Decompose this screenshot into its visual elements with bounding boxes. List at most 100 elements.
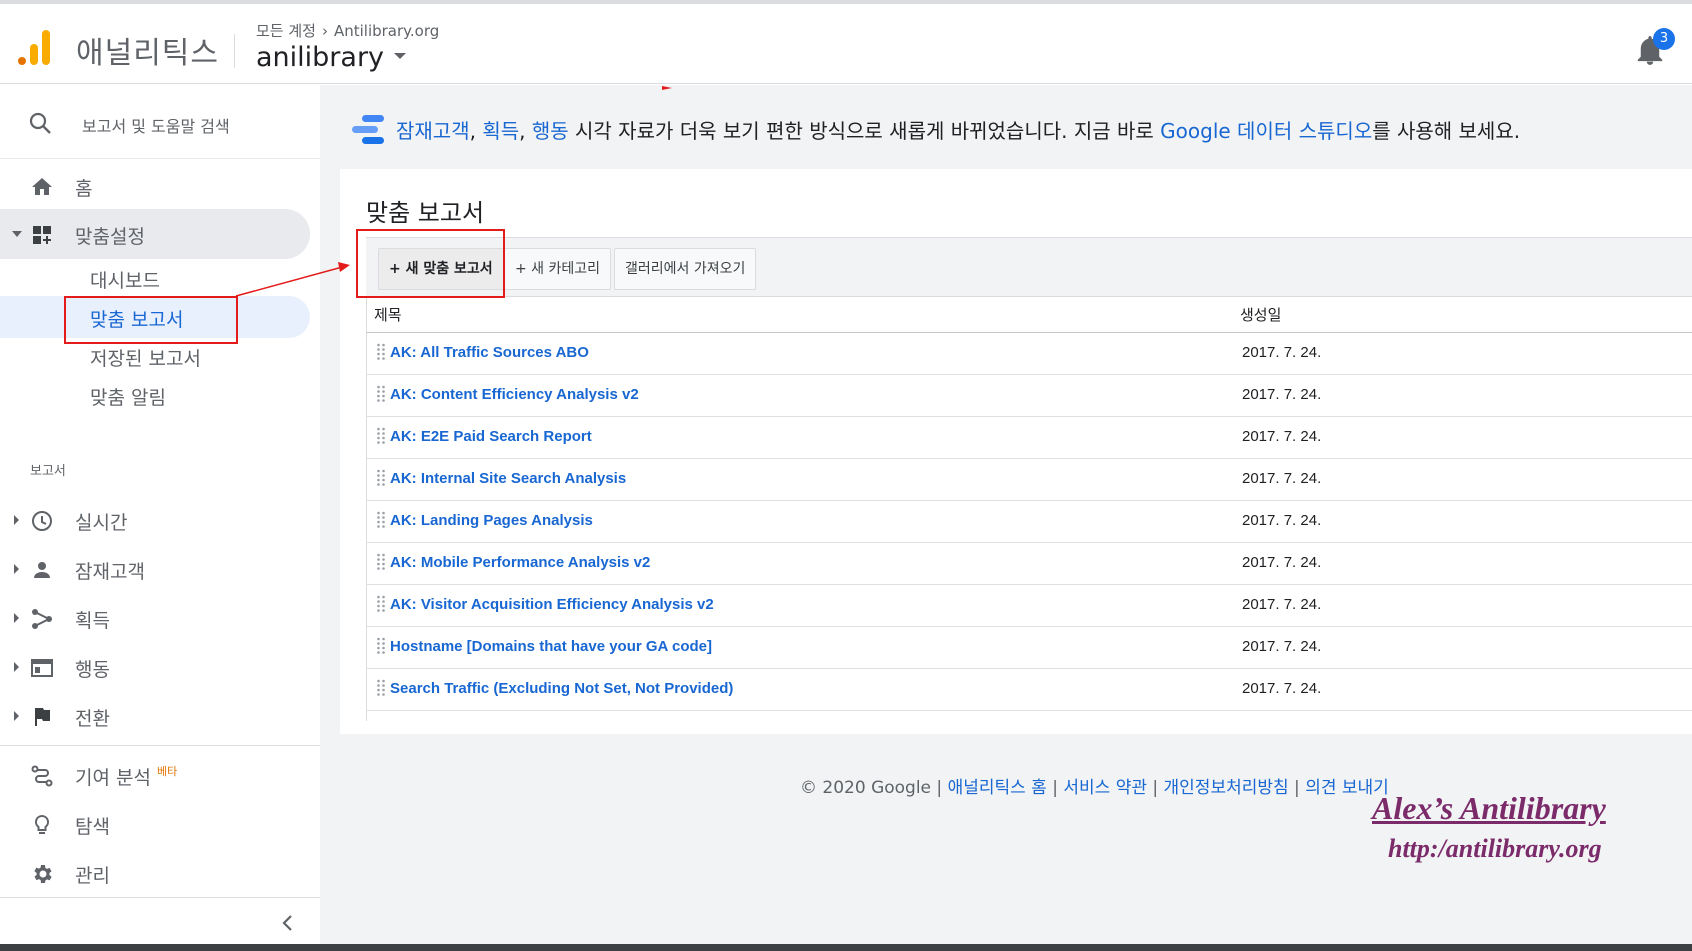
report-created-date: 2017. 7. 24. [1242, 344, 1322, 361]
home-icon [32, 178, 52, 195]
sidebar-item-customization[interactable]: 맞춤설정 [0, 209, 310, 259]
beta-badge: 베타 [156, 765, 178, 778]
annotation-highlight-new-report [356, 229, 505, 298]
sidebar-item-attribution[interactable]: 기여 분석 베타 [0, 750, 310, 800]
sidebar-item-home[interactable]: 홈 [0, 161, 310, 211]
sidebar-item-label: 획득 [75, 610, 110, 632]
table-row: AK: Landing Pages Analysis 2017. 7. 24. [366, 501, 1692, 543]
report-link[interactable]: AK: Visitor Acquisition Efficiency Analy… [390, 596, 714, 613]
sidebar-item-acquisition[interactable]: 획득 [0, 593, 310, 643]
sidebar-item-realtime[interactable]: 실시간 [0, 495, 310, 545]
report-created-date: 2017. 7. 24. [1242, 386, 1322, 403]
report-link[interactable]: AK: Content Efficiency Analysis v2 [390, 386, 639, 403]
report-link[interactable]: AK: Landing Pages Analysis [390, 512, 593, 529]
new-category-button[interactable]: + 새 카테고리 [504, 248, 612, 290]
banner-sep: , [469, 119, 483, 143]
collapse-sidebar-chevron-icon[interactable] [276, 911, 300, 935]
banner-link-behavior[interactable]: 행동 [532, 119, 569, 143]
column-header-created[interactable]: 생성일 [1240, 304, 1281, 325]
attribution-path-icon [31, 765, 53, 787]
sidebar-subitem-label: 맞춤 알림 [90, 387, 166, 409]
footer-link-terms[interactable]: 서비스 약관 [1063, 778, 1147, 798]
product-name[interactable]: 애널리틱스 [76, 28, 219, 72]
drag-handle-icon[interactable] [376, 469, 386, 487]
sidebar-item-label: 전환 [75, 708, 110, 730]
banner-link-acquisition[interactable]: 획득 [482, 119, 519, 143]
banner-text-mid: 시각 자료가 더욱 보기 편한 방식으로 새롭게 바뀌었습니다. 지금 바로 [568, 119, 1161, 143]
breadcrumb[interactable]: 모든 계정 › Antilibrary.org [256, 20, 439, 41]
breadcrumb-account[interactable]: Antilibrary.org [334, 22, 439, 40]
sidebar-item-conversions[interactable]: 전환 [0, 691, 310, 741]
drag-handle-icon[interactable] [376, 637, 386, 655]
table-row: Search Traffic (Excluding Not Set, Not P… [366, 669, 1692, 711]
drag-handle-icon[interactable] [376, 553, 386, 571]
report-link[interactable]: Hostname [Domains that have your GA code… [390, 638, 712, 655]
banner-text-end: 를 사용해 보세요. [1372, 119, 1521, 143]
lightbulb-icon [34, 814, 50, 834]
banner-link-data-studio[interactable]: Google 데이터 스튜디오 [1160, 119, 1372, 143]
report-created-date: 2017. 7. 24. [1242, 512, 1322, 529]
table-row: AK: All Traffic Sources ABO 2017. 7. 24. [366, 333, 1692, 375]
drag-handle-icon[interactable] [376, 343, 386, 361]
sidebar-item-discover[interactable]: 탐색 [0, 799, 310, 849]
report-created-date: 2017. 7. 24. [1242, 596, 1322, 613]
analytics-logo-icon[interactable] [18, 28, 52, 66]
table-row: AK: Internal Site Search Analysis 2017. 7… [366, 459, 1692, 501]
column-header-title[interactable]: 제목 [374, 304, 402, 325]
acquisition-branch-icon [32, 609, 52, 629]
footer-sep: | [931, 778, 948, 798]
drag-handle-icon[interactable] [376, 427, 386, 445]
expand-arrow-icon [14, 711, 19, 721]
sidebar-item-label: 홈 [75, 178, 93, 200]
caret-down-icon [394, 52, 407, 59]
banner-link-audience[interactable]: 잠재고객 [396, 119, 470, 143]
behavior-window-icon [31, 659, 53, 677]
drag-handle-icon[interactable] [376, 679, 386, 697]
reports-toolbar: + 새 맞춤 보고서 + 새 카테고리 갤러리에서 가져오기 [366, 237, 1692, 297]
sidebar-subitem-custom-alerts[interactable]: 맞춤 알림 [0, 374, 310, 416]
import-from-gallery-button[interactable]: 갤러리에서 가져오기 [614, 248, 757, 290]
property-selector[interactable]: anilibrary [256, 42, 407, 73]
breadcrumb-root[interactable]: 모든 계정 [256, 22, 316, 40]
attribution-label: 기여 분석 [75, 767, 151, 789]
sidebar: 보고서 및 도움말 검색 홈 맞춤설정 대시보드 맞춤 보고서 저장된 보고서 … [0, 85, 320, 951]
property-name: anilibrary [256, 42, 385, 73]
annotation-highlight-custom-reports [64, 296, 238, 344]
bottom-scroll-bar [0, 944, 1692, 951]
report-link[interactable]: Search Traffic (Excluding Not Set, Not P… [390, 680, 733, 697]
drag-handle-icon[interactable] [376, 511, 386, 529]
sidebar-item-behavior[interactable]: 행동 [0, 642, 310, 692]
expand-arrow-icon [14, 515, 19, 525]
report-link[interactable]: AK: All Traffic Sources ABO [390, 344, 589, 361]
report-link[interactable]: AK: Internal Site Search Analysis [390, 470, 626, 487]
drag-handle-icon[interactable] [376, 595, 386, 613]
top-header: 애널리틱스 모든 계정 › Antilibrary.org anilibrary 3 [0, 0, 1692, 84]
report-created-date: 2017. 7. 24. [1242, 554, 1322, 571]
expand-arrow-icon [12, 231, 22, 237]
footer-link-analytics-home[interactable]: 애널리틱스 홈 [948, 778, 1047, 798]
sidebar-subitem-dashboard[interactable]: 대시보드 [0, 257, 310, 299]
watermark-line2: http:/antilibrary.org [1388, 834, 1602, 863]
report-created-date: 2017. 7. 24. [1242, 638, 1322, 655]
table-row: AK: Visitor Acquisition Efficiency Analy… [366, 585, 1692, 627]
sidebar-item-admin[interactable]: 관리 [0, 848, 310, 898]
drag-handle-icon[interactable] [376, 385, 386, 403]
dashboard-add-icon [33, 226, 51, 244]
report-link[interactable]: AK: Mobile Performance Analysis v2 [390, 554, 650, 571]
sidebar-item-label: 맞춤설정 [75, 226, 145, 248]
page-title: 맞춤 보고서 [366, 199, 485, 227]
sidebar-item-label: 관리 [75, 865, 110, 887]
table-body: AK: All Traffic Sources ABO 2017. 7. 24. A… [366, 333, 1692, 711]
report-created-date: 2017. 7. 24. [1242, 470, 1322, 487]
watermark-logo: Alex’s Antilibrary http:/antilibrary.org [1370, 790, 1620, 880]
chevron-right-icon: › [321, 22, 328, 40]
banner-text: 잠재고객, 획득, 행동 시각 자료가 더욱 보기 편한 방식으로 새롭게 바뀌… [396, 115, 1520, 144]
report-link[interactable]: AK: E2E Paid Search Report [390, 428, 592, 445]
sidebar-item-label: 탐색 [75, 816, 110, 838]
sidebar-search[interactable]: 보고서 및 도움말 검색 [0, 85, 320, 159]
footer-sep: | [1146, 778, 1164, 798]
clock-icon [32, 511, 52, 531]
sidebar-item-audience[interactable]: 잠재고객 [0, 544, 310, 594]
sidebar-divider [0, 745, 320, 746]
footer-link-privacy[interactable]: 개인정보처리방침 [1164, 778, 1289, 798]
